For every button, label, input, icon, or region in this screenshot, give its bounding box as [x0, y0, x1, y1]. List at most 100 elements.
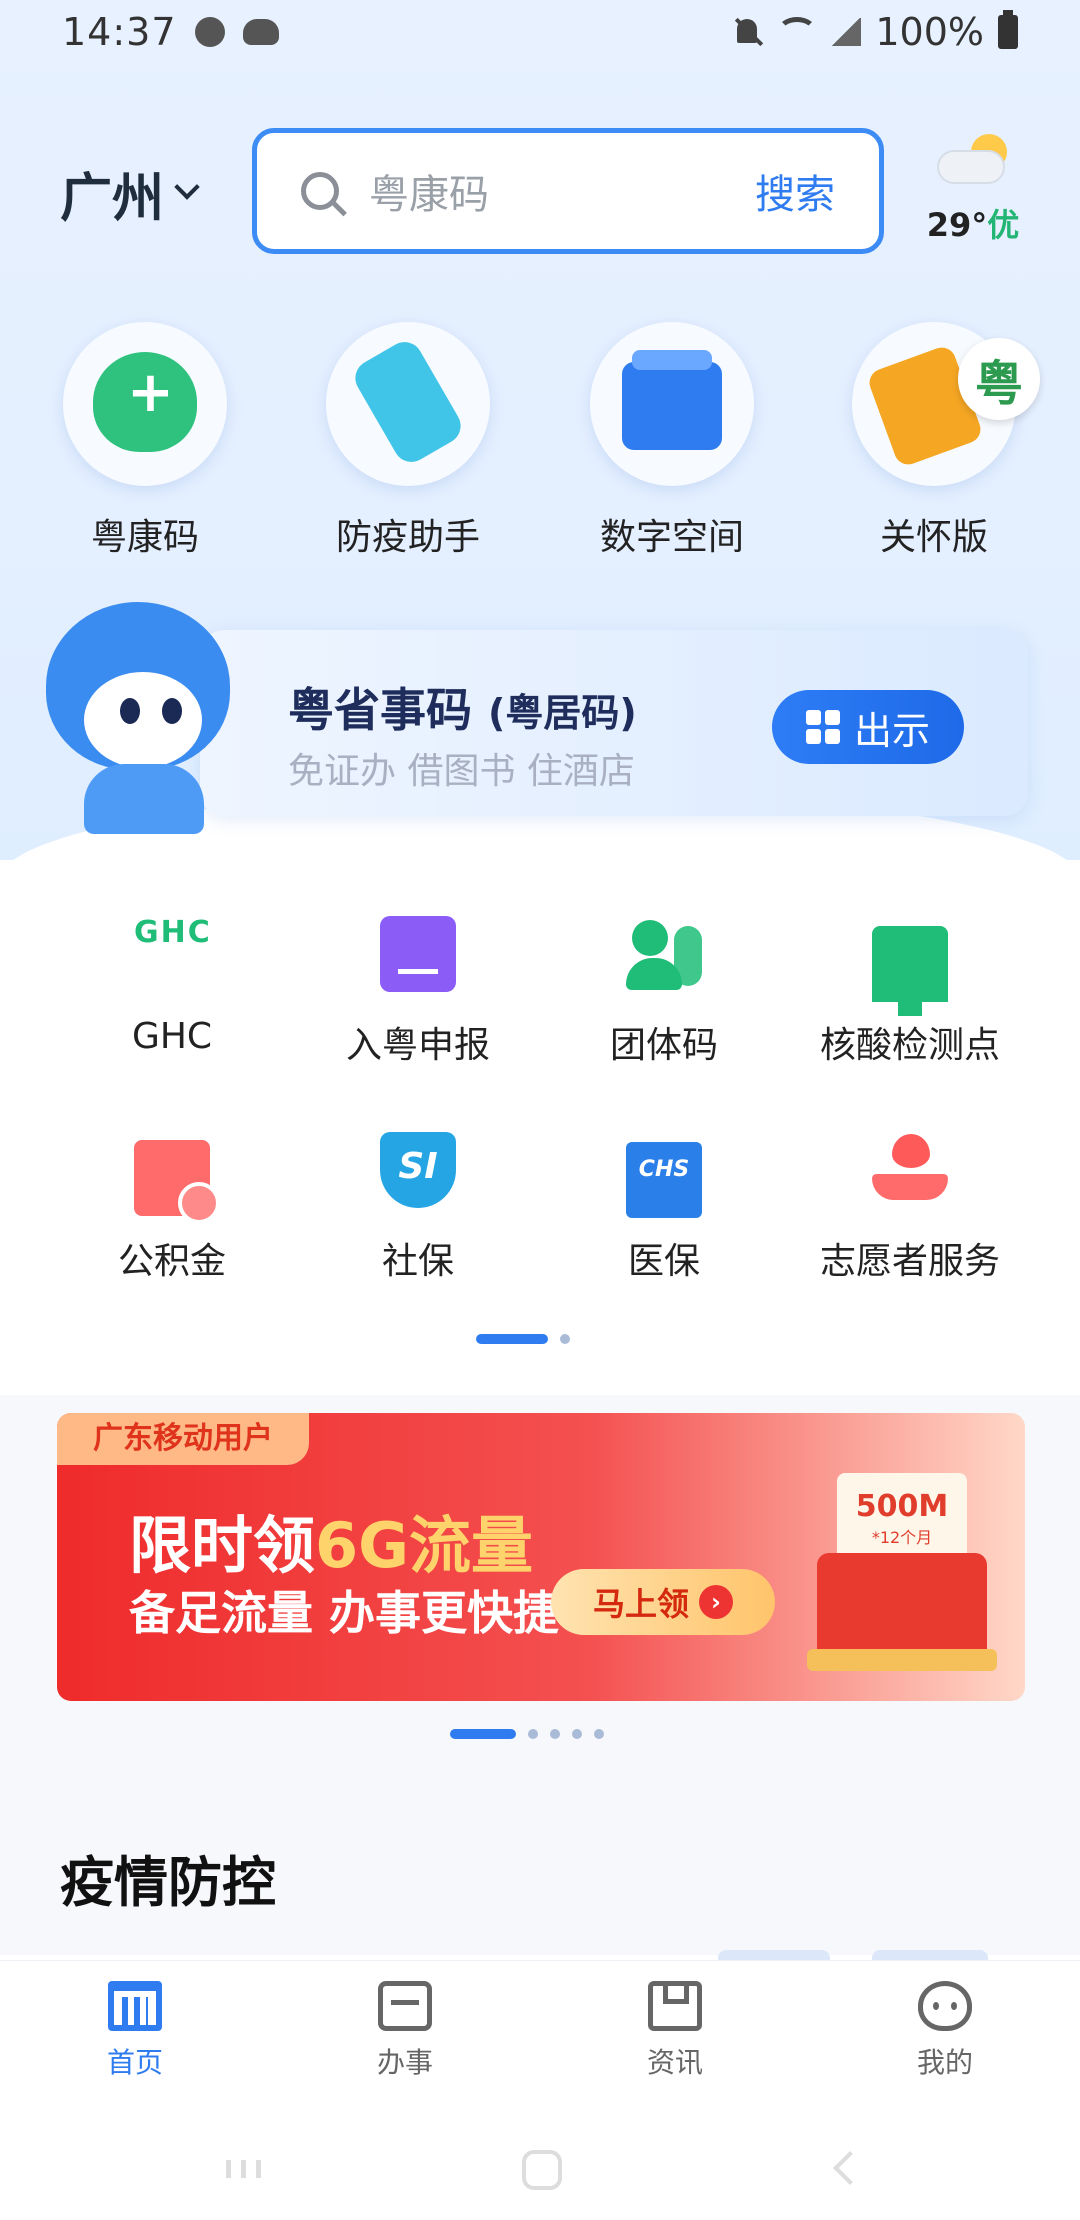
cloud-icon [242, 19, 279, 45]
app-care-mode[interactable]: 粤 关怀版 [834, 322, 1040, 560]
group-code-icon [626, 916, 702, 992]
promo-banner[interactable]: 广东移动用户 限时领6G流量 备足流量 办事更快捷 马上领 › 500M *12… [57, 1413, 1025, 1701]
search-input[interactable]: 粤康码 [369, 162, 755, 220]
system-home-button[interactable] [522, 2150, 562, 2190]
search-button[interactable]: 搜索 [755, 162, 835, 220]
service-group-code[interactable]: 团体码 [534, 916, 794, 1068]
promo-headline-highlight: 6G流量 [315, 1509, 534, 1582]
service-label: 入粤申报 [345, 1025, 490, 1066]
tab-profile[interactable]: 我的 [810, 1961, 1080, 2110]
social-security-icon: SI [380, 1132, 456, 1208]
tab-label: 资讯 [646, 2046, 703, 2079]
promo-claim-button[interactable]: 马上领 › [551, 1569, 775, 1635]
health-code-heart-icon [63, 322, 227, 486]
card-title: 粤省事码 (粤居码) [288, 674, 637, 740]
pager-dot [550, 1729, 560, 1739]
card-subtitle: 免证办 借图书 住酒店 [288, 751, 635, 792]
pager-dot [528, 1729, 538, 1739]
pager-dot [594, 1729, 604, 1739]
red-envelope-illustration: 500M *12个月 [797, 1473, 997, 1673]
tab-home[interactable]: 首页 [0, 1961, 270, 2110]
service-declaration[interactable]: 入粤申报 [288, 916, 548, 1068]
weather-temperature: 29° [926, 206, 988, 244]
featured-apps: 粤康码 防疫助手 数字空间 粤 关怀版 [0, 322, 1080, 558]
yueshima-card[interactable]: 粤省事码 (粤居码) 免证办 借图书 住酒店 出示 [200, 630, 1028, 816]
weather-widget[interactable]: 29°优 [918, 134, 1028, 250]
promo-claim-label: 马上领 [592, 1585, 689, 1623]
mascot-illustration [38, 596, 238, 836]
service-medical-insurance[interactable]: CHS 医保 [534, 1132, 794, 1284]
app-digital-space[interactable]: 数字空间 [572, 322, 772, 560]
chevron-right-icon: › [699, 1585, 733, 1619]
tab-services[interactable]: 办事 [270, 1961, 540, 2110]
service-housing-fund[interactable]: 公积金 [42, 1132, 302, 1284]
promo-headline: 限时领6G流量 [129, 1495, 533, 1585]
signal-icon [831, 18, 862, 46]
bottom-nav: 首页 办事 资讯 我的 [0, 1960, 1080, 2110]
service-label: 公积金 [117, 1241, 226, 1282]
tab-label: 我的 [916, 2046, 973, 2079]
tab-news[interactable]: 资讯 [540, 1961, 810, 2110]
pager-dot [572, 1729, 582, 1739]
recent-apps-button[interactable] [226, 2160, 261, 2178]
pager-dot [476, 1334, 548, 1344]
banner-pager[interactable] [450, 1729, 604, 1739]
qr-code-icon [805, 710, 840, 744]
top-header: 广州 粤康码 搜索 29°优 [0, 128, 1080, 254]
tab-label: 办事 [376, 2046, 433, 2079]
services-icon [378, 1981, 432, 2031]
service-ghc[interactable]: GHC GHC [42, 915, 302, 1058]
digital-space-icon [590, 322, 754, 486]
service-label: 团体码 [609, 1025, 718, 1066]
mute-icon [733, 17, 763, 47]
show-code-label: 出示 [853, 708, 930, 753]
care-mode-icon: 粤 [852, 322, 1040, 486]
envelope-note: *12个月 [871, 1528, 933, 1547]
app-label: 关怀版 [879, 517, 988, 558]
card-title-suffix: (粤居码) [488, 691, 637, 735]
app-label: 防疫助手 [335, 517, 480, 558]
service-testing-site[interactable]: 核酸检测点 [780, 916, 1040, 1068]
app-epidemic-assistant[interactable]: 防疫助手 [308, 322, 508, 560]
system-back-button[interactable] [833, 2151, 867, 2185]
service-label: 志愿者服务 [819, 1241, 1000, 1282]
epidemic-assistant-icon [326, 322, 490, 486]
service-social-security[interactable]: SI 社保 [288, 1132, 548, 1284]
battery-icon [998, 10, 1018, 49]
partly-cloudy-icon [937, 134, 1009, 184]
search-bar[interactable]: 粤康码 搜索 [252, 128, 884, 254]
sync-icon [194, 17, 225, 47]
system-navigation-bar [0, 2110, 1080, 2220]
medical-insurance-icon: CHS [626, 1142, 702, 1218]
chevron-down-icon [174, 173, 200, 200]
promo-tag: 广东移动用户 [57, 1413, 309, 1465]
pager-dot [560, 1334, 570, 1344]
wifi-icon [777, 17, 818, 47]
city-name: 广州 [60, 169, 165, 229]
app-yuekangma[interactable]: 粤康码 [45, 322, 245, 560]
declaration-icon [380, 916, 456, 992]
service-label: 医保 [627, 1241, 700, 1282]
app-label: 粤康码 [90, 517, 199, 558]
ghc-icon: GHC [134, 915, 212, 950]
battery-percent: 100% [875, 10, 984, 54]
volunteer-service-icon [872, 1132, 948, 1208]
service-label: 社保 [381, 1241, 454, 1282]
profile-icon [918, 1981, 972, 2031]
news-icon [648, 1981, 702, 2031]
service-volunteer[interactable]: 志愿者服务 [780, 1132, 1040, 1284]
testing-site-icon [872, 926, 948, 1016]
section-title: 疫情防控 [60, 1851, 276, 1914]
weather-reading: 29°优 [918, 200, 1028, 246]
service-label: 核酸检测点 [819, 1025, 1000, 1066]
service-grid-pager[interactable] [476, 1334, 570, 1344]
city-selector[interactable]: 广州 [60, 156, 200, 231]
home-icon [108, 1981, 162, 2031]
show-code-button[interactable]: 出示 [772, 690, 964, 764]
air-quality-label: 优 [987, 206, 1020, 244]
housing-fund-icon [134, 1140, 220, 1224]
status-bar: 14:37 100% [0, 0, 1080, 64]
search-icon [301, 172, 339, 210]
yue-badge: 粤 [958, 338, 1040, 420]
tab-label: 首页 [106, 2046, 163, 2079]
